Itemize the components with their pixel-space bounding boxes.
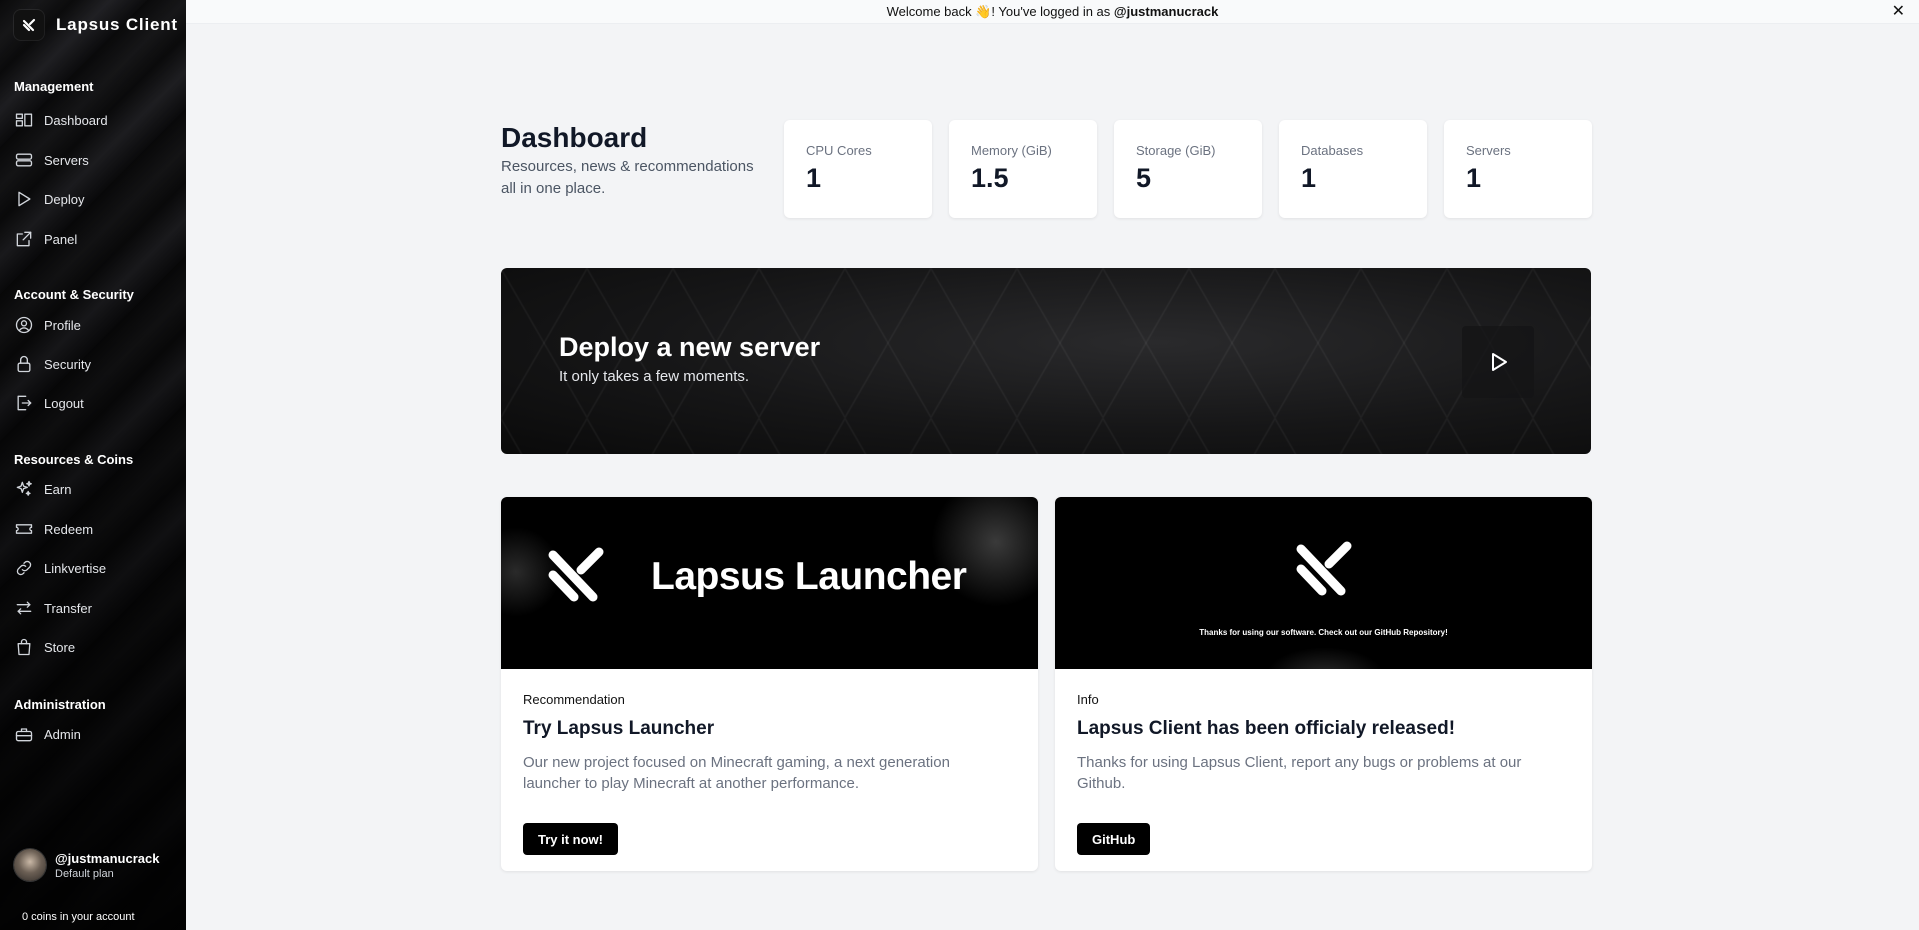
toolbox-icon	[15, 728, 33, 742]
deploy-subtitle: It only takes a few moments.	[559, 368, 750, 385]
lapsus-logo-icon	[1296, 541, 1352, 596]
stat-value: 5	[1136, 163, 1152, 193]
launcher-banner-image: Lapsus Launcher	[501, 497, 1038, 669]
stat-card-servers: Servers 1	[1444, 120, 1592, 218]
sidebar-item-label: Admin	[44, 726, 81, 742]
sidebar-item-label: Store	[44, 639, 76, 655]
sidebar-item-linkvertise[interactable]: Linkvertise	[14, 557, 106, 579]
sidebar-item-dashboard[interactable]: Dashboard	[14, 109, 108, 131]
external-link-icon	[16, 231, 32, 247]
sidebar-item-profile[interactable]: Profile	[14, 314, 81, 336]
welcome-text: Welcome back 👋! You've logged in as	[886, 3, 1111, 19]
user-profile[interactable]: @justmanucrack Default plan	[14, 849, 159, 881]
brand[interactable]: Lapsus Client	[14, 10, 178, 40]
section-title-management: Management	[14, 79, 94, 94]
avatar	[14, 849, 46, 881]
stat-value: 1	[1466, 163, 1482, 193]
sidebar-item-servers[interactable]: Servers	[14, 149, 89, 171]
sidebar-item-label: Redeem	[44, 521, 94, 537]
card-description: Thanks for using Lapsus Client, report a…	[1077, 754, 1522, 792]
sidebar-item-deploy[interactable]: Deploy	[14, 188, 84, 210]
card-tag: Info	[1077, 692, 1099, 707]
sidebar-item-label: Logout	[44, 395, 84, 411]
lapsus-logo-icon	[548, 547, 604, 602]
sidebar-item-admin[interactable]: Admin	[14, 723, 81, 745]
sidebar-item-label: Transfer	[44, 600, 92, 616]
card-release-info: Thanks for using our software. Check out…	[1055, 497, 1592, 871]
deploy-banner[interactable]: Deploy a new server It only takes a few …	[501, 268, 1591, 454]
card-title: Try Lapsus Launcher	[523, 718, 715, 739]
lock-icon	[17, 355, 31, 373]
stat-value: 1	[806, 163, 822, 193]
section-title-resources-coins: Resources & Coins	[14, 452, 134, 467]
sparkles-icon	[16, 480, 32, 496]
page-title: Dashboard	[501, 122, 648, 153]
stat-label: CPU Cores	[806, 143, 872, 158]
sidebar-item-security[interactable]: Security	[14, 353, 91, 375]
logout-icon	[17, 395, 32, 411]
release-banner-image: Thanks for using our software. Check out…	[1055, 497, 1592, 669]
user-circle-icon	[15, 316, 33, 334]
deploy-title: Deploy a new server	[559, 332, 821, 362]
play-icon	[1492, 353, 1507, 371]
page-subtitle: Resources, news & recommendations all in…	[501, 158, 754, 197]
ticket-icon	[15, 524, 33, 534]
stat-card-cpu: CPU Cores 1	[784, 120, 932, 218]
sidebar-item-label: Earn	[44, 481, 72, 497]
github-button[interactable]: GitHub	[1077, 823, 1151, 855]
section-title-administration: Administration	[14, 697, 106, 712]
try-it-now-button[interactable]: Try it now!	[523, 823, 618, 855]
deploy-button[interactable]	[1462, 326, 1534, 398]
shopping-bag-icon	[17, 638, 31, 656]
sidebar-item-logout[interactable]: Logout	[14, 392, 84, 414]
welcome-banner: Welcome back 👋! You've logged in as @jus…	[186, 0, 1919, 24]
close-icon[interactable]: ✕	[1892, 2, 1905, 22]
card-description: Our new project focused on Minecraft gam…	[523, 754, 950, 792]
card-tag: Recommendation	[523, 692, 625, 707]
sidebar-item-label: Security	[44, 356, 91, 372]
user-plan: Default plan	[55, 867, 114, 880]
dashboard-icon	[15, 113, 33, 127]
stat-card-memory: Memory (GiB) 1.5	[949, 120, 1097, 218]
sidebar-item-earn[interactable]: Earn	[14, 478, 71, 500]
sidebar-item-label: Deploy	[44, 191, 85, 207]
sidebar-item-label: Servers	[44, 152, 89, 168]
brand-name: Lapsus Client	[56, 15, 178, 34]
play-icon	[18, 191, 31, 207]
sidebar-item-label: Dashboard	[44, 112, 108, 128]
stat-card-storage: Storage (GiB) 5	[1114, 120, 1262, 218]
user-name: @justmanucrack	[55, 850, 160, 866]
stat-value: 1	[1301, 163, 1317, 193]
stat-label: Memory (GiB)	[971, 143, 1052, 158]
sidebar-item-store[interactable]: Store	[14, 636, 75, 658]
sidebar-item-redeem[interactable]: Redeem	[14, 518, 93, 540]
link-icon	[16, 560, 32, 576]
stat-label: Databases	[1301, 143, 1364, 158]
sidebar-item-label: Linkvertise	[44, 560, 107, 576]
stat-card-databases: Databases 1	[1279, 120, 1427, 218]
card-lapsus-launcher: Lapsus Launcher Recommendation Try Lapsu…	[501, 497, 1038, 871]
stat-label: Storage (GiB)	[1136, 143, 1216, 158]
sidebar-item-transfer[interactable]: Transfer	[14, 597, 92, 619]
stat-label: Servers	[1466, 143, 1511, 158]
launcher-image-text: Lapsus Launcher	[651, 555, 967, 598]
transfer-icon	[16, 601, 32, 615]
stat-value: 1.5	[971, 163, 1009, 193]
sidebar-item-label: Profile	[44, 317, 81, 333]
welcome-username: @justmanucrack	[1113, 4, 1219, 19]
server-icon	[15, 153, 33, 167]
sidebar-item-label: Panel	[44, 231, 78, 247]
release-image-text: Thanks for using our software. Check out…	[1199, 628, 1448, 637]
coins-balance: 0 coins in your account	[22, 911, 135, 923]
sidebar-item-panel[interactable]: Panel	[14, 228, 77, 250]
sidebar: Lapsus Client Management Dashboard Serve…	[0, 0, 186, 930]
card-title: Lapsus Client has been officialy release…	[1077, 718, 1456, 739]
brand-logo-icon	[14, 10, 44, 40]
section-title-account-security: Account & Security	[14, 287, 134, 302]
